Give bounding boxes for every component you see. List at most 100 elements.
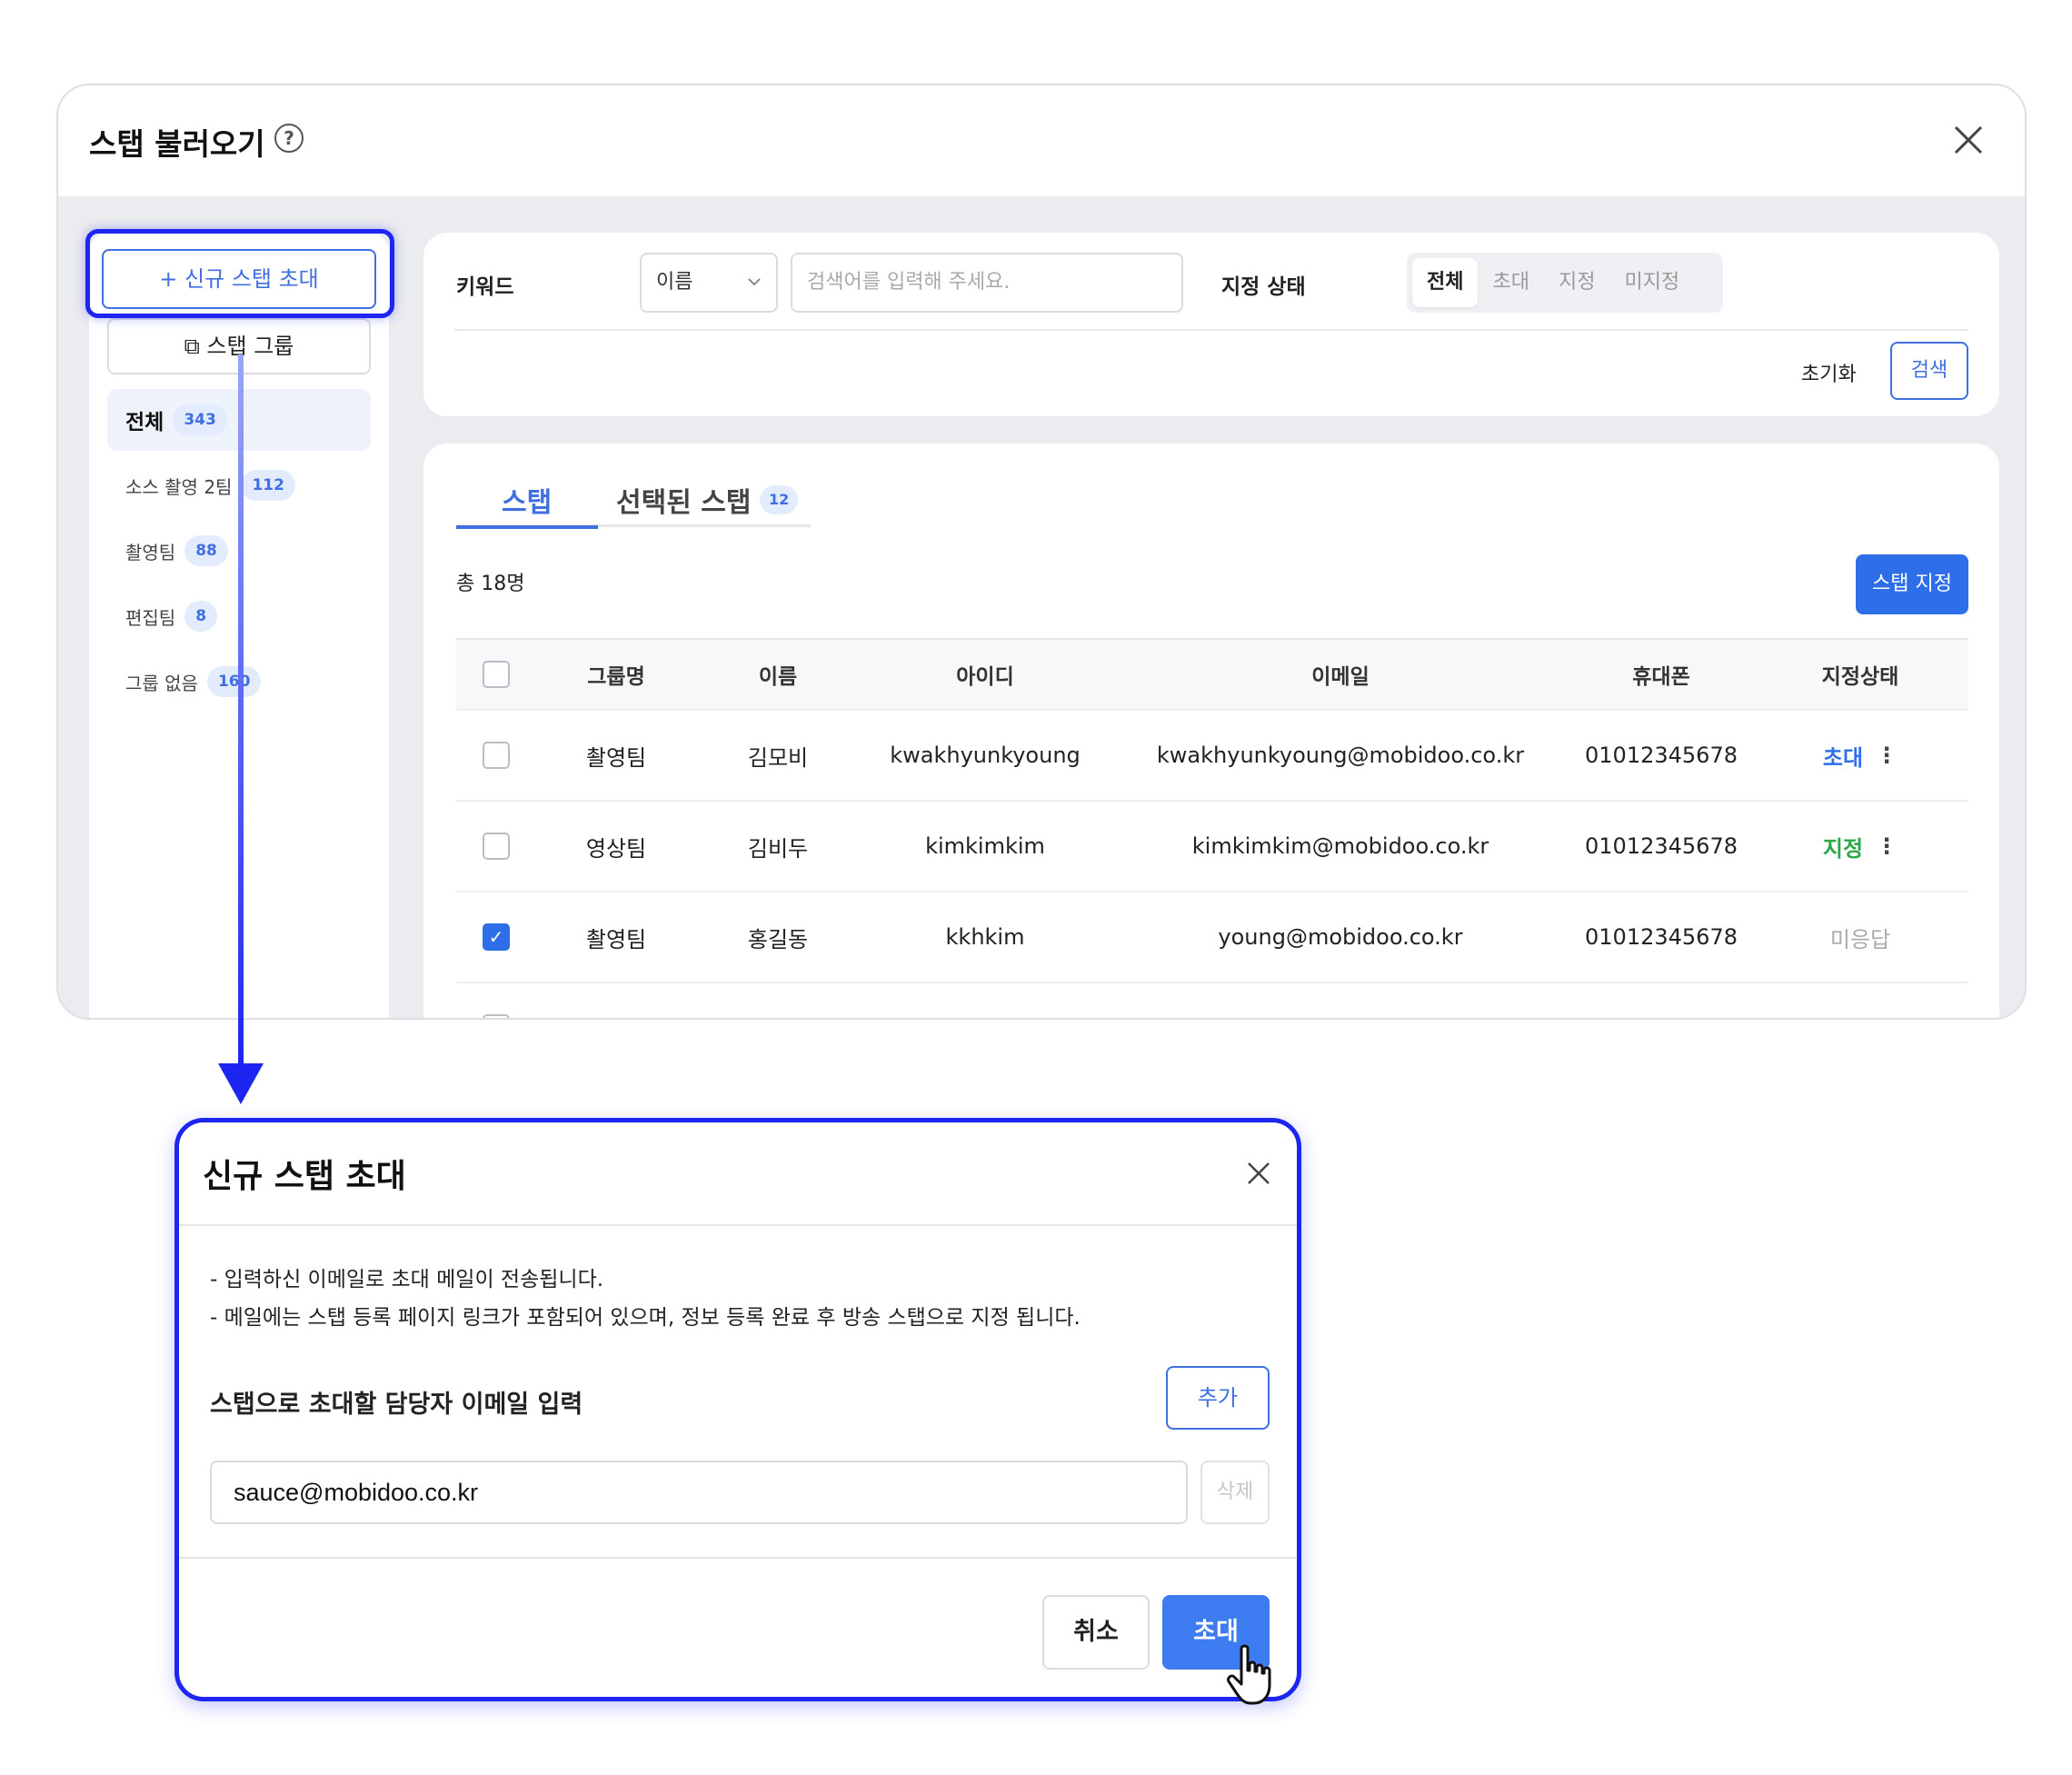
- cell-id: kwakhyunkyoung: [890, 743, 1081, 768]
- total-count: 총 18명: [456, 573, 525, 595]
- status-no-response: 미응답: [1829, 926, 1891, 952]
- table-row[interactable]: 그룹 없음 송라희 khk123 khk123@mobidoo.co.kr 01…: [456, 983, 1968, 1019]
- tab-selected-staff[interactable]: 선택된 스탭: [616, 480, 751, 520]
- checkbox-cell: ✓: [456, 892, 536, 982]
- cell-name: 김비두: [747, 835, 809, 862]
- cell-status: 지정 ⋮: [1752, 802, 1968, 891]
- selected-count-badge: 12: [760, 485, 799, 514]
- search-field-select[interactable]: 이름: [640, 253, 778, 313]
- count-badge: 8: [184, 601, 218, 632]
- keyword-label: 키워드: [456, 275, 514, 299]
- row-checkbox[interactable]: [483, 833, 510, 860]
- column-header: 휴대폰: [1632, 665, 1690, 689]
- divider: [179, 1557, 1297, 1559]
- table-header-row: 그룹명 이름 아이디 이메일 휴대폰 지정상태: [456, 638, 1968, 711]
- cell-group: 영상팀: [585, 835, 647, 862]
- status-assigned: 지정: [1822, 835, 1864, 862]
- highlight-frame: [85, 229, 394, 318]
- cell-status: 미응답: [1752, 892, 1968, 982]
- status-invited: 초대: [1822, 744, 1864, 771]
- invite-staff-dialog: 신규 스탭 초대 - 입력하신 이메일로 초대 메일이 전송됩니다. - 메일에…: [174, 1118, 1301, 1701]
- row-checkbox[interactable]: [483, 742, 510, 769]
- row-checkbox[interactable]: [483, 1014, 510, 1018]
- cell-name: 송라희: [696, 983, 860, 1019]
- status-option-invited[interactable]: 초대: [1478, 258, 1543, 307]
- column-header: 이름: [758, 665, 798, 689]
- search-input[interactable]: 검색어를 입력해 주세요.: [791, 253, 1183, 313]
- cell-group: 그룹 없음: [536, 983, 696, 1019]
- help-icon[interactable]: ?: [274, 124, 304, 153]
- status-segmented-control: 전체 초대 지정 미지정: [1407, 253, 1723, 313]
- tab-staff[interactable]: 스탭: [502, 480, 552, 520]
- cell-phone: 01012345678: [1585, 924, 1738, 950]
- sidebar-item-label: 소스 촬영 2팀: [125, 475, 233, 498]
- cell-group: 촬영팀: [585, 744, 647, 771]
- divider: [454, 329, 1968, 331]
- cell-email: kwakhyunkyoung@mobidoo.co.kr: [1156, 743, 1525, 768]
- cell-status: 미지정: [1752, 983, 1968, 1019]
- cell-email: young@mobidoo.co.kr: [1218, 924, 1463, 950]
- cell-id: kimkimkim: [925, 833, 1045, 859]
- close-icon[interactable]: [1244, 1159, 1273, 1188]
- status-option-all[interactable]: 전체: [1412, 258, 1479, 307]
- table-row[interactable]: 촬영팀 김모비 kwakhyunkyoung kwakhyunkyoung@mo…: [456, 711, 1968, 802]
- kebab-menu-icon[interactable]: ⋮: [1876, 743, 1898, 768]
- select-all-checkbox[interactable]: [483, 661, 510, 688]
- checkbox-cell: [456, 802, 536, 891]
- email-field[interactable]: sauce@mobidoo.co.kr: [210, 1461, 1188, 1524]
- divider: [179, 1224, 1297, 1226]
- notice-line: - 메일에는 스탭 등록 페이지 링크가 포함되어 있으며, 정보 등록 완료 …: [210, 1306, 1081, 1330]
- cell-phone: 01012345678: [1585, 833, 1738, 859]
- checkbox-cell: [456, 711, 536, 800]
- cell-name: 홍길동: [747, 926, 809, 952]
- status-option-unassigned[interactable]: 미지정: [1609, 258, 1694, 307]
- cell-id: kkhkim: [945, 924, 1025, 950]
- notice-line: - 입력하신 이메일로 초대 메일이 전송됩니다.: [210, 1268, 604, 1291]
- email-input-label: 스탭으로 초대할 담당자 이메일 입력: [210, 1391, 583, 1419]
- status-filter-label: 지정 상태: [1221, 275, 1306, 299]
- modal-header: 스탭 불러오기 ?: [58, 85, 2025, 196]
- cell-group: 촬영팀: [585, 926, 647, 952]
- dialog-title: 신규 스탭 초대: [203, 1158, 406, 1195]
- sidebar-item-label: 그룹 없음: [125, 672, 198, 694]
- column-header: 지정상태: [1821, 665, 1899, 689]
- column-header: 이메일: [1311, 665, 1370, 689]
- sidebar-item-label: 전체: [125, 411, 164, 434]
- close-icon[interactable]: [1950, 122, 1987, 158]
- dialog-notice: - 입력하신 이메일로 초대 메일이 전송됩니다. - 메일에는 스탭 등록 페…: [210, 1261, 1081, 1337]
- search-panel: 키워드 이름 검색어를 입력해 주세요. 지정 상태 전체 초대 지정 미지정 …: [423, 233, 1999, 416]
- sidebar-item-label: 편집팀: [125, 606, 176, 629]
- cell-phone: 01012345678: [1570, 983, 1752, 1018]
- table-row[interactable]: ✓ 촬영팀 홍길동 kkhkim young@mobidoo.co.kr 010…: [456, 892, 1968, 983]
- hand-cursor-icon: [1227, 1644, 1271, 1705]
- header-checkbox-cell: [456, 640, 536, 709]
- cell-status: 초대 ⋮: [1752, 711, 1968, 800]
- sidebar-item-label: 촬영팀: [125, 541, 176, 563]
- select-value: 이름: [656, 271, 693, 294]
- modal-body: + 신규 스탭 초대 ⧉ 스탭 그룹 전체 343 소스 촬영 2팀 112 촬…: [58, 196, 2025, 1019]
- active-tab-indicator: [456, 525, 598, 529]
- assign-staff-button[interactable]: 스탭 지정: [1856, 554, 1968, 614]
- cancel-button[interactable]: 취소: [1042, 1595, 1150, 1670]
- staff-table: 그룹명 이름 아이디 이메일 휴대폰 지정상태 촬영팀 김모비 kwakhyun…: [456, 638, 1968, 1019]
- cell-phone: 01012345678: [1585, 743, 1738, 768]
- search-button[interactable]: 검색: [1890, 342, 1968, 400]
- add-email-button[interactable]: 추가: [1166, 1366, 1270, 1430]
- row-checkbox-checked[interactable]: ✓: [483, 923, 510, 951]
- tab-bar: 스탭 선택된 스탭 12: [456, 480, 811, 529]
- checkbox-cell: [456, 983, 536, 1018]
- chevron-down-icon: [748, 278, 761, 286]
- table-row[interactable]: 영상팀 김비두 kimkimkim kimkimkim@mobidoo.co.k…: [456, 802, 1968, 892]
- staff-import-modal: 스탭 불러오기 ? + 신규 스탭 초대 ⧉ 스탭 그룹 전체 343 소스 촬…: [56, 84, 2027, 1020]
- cell-email: khk123@mobidoo.co.kr: [1111, 983, 1570, 1018]
- kebab-menu-icon[interactable]: ⋮: [1876, 833, 1898, 859]
- cell-id: khk123: [860, 983, 1111, 1018]
- reset-link[interactable]: 초기화: [1801, 358, 1857, 387]
- status-unassigned: 미지정: [1830, 1012, 1890, 1019]
- status-option-assigned[interactable]: 지정: [1544, 258, 1609, 307]
- column-header: 그룹명: [587, 665, 645, 689]
- cell-email: kimkimkim@mobidoo.co.kr: [1191, 833, 1489, 859]
- modal-title: 스탭 불러오기: [89, 126, 265, 162]
- cell-name: 김모비: [747, 744, 809, 771]
- delete-email-button[interactable]: 삭제: [1200, 1461, 1270, 1524]
